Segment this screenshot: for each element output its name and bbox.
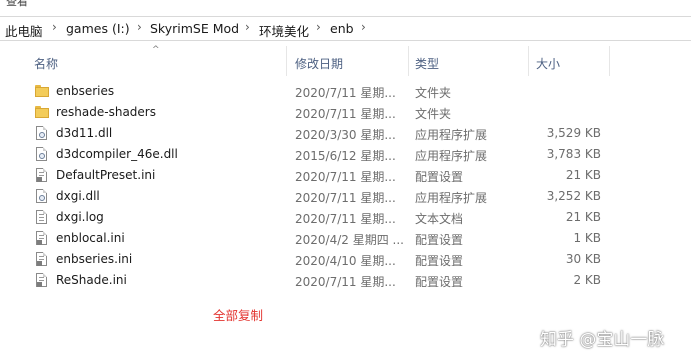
file-size: 30 KB [565, 252, 601, 266]
file-type: 配置设置 [415, 170, 464, 184]
file-name: d3dcompiler_46e.dll [56, 147, 178, 161]
chevron-right-icon[interactable]: › [245, 20, 250, 34]
column-header-size[interactable]: 大小 [536, 55, 560, 72]
file-type: 应用程序扩展 [415, 191, 488, 205]
file-row[interactable]: DefaultPreset.ini 2020/7/11 星期... 配置设置 2… [30, 165, 610, 186]
file-modified: 2020/7/11 星期... [295, 107, 396, 121]
file-name: d3d11.dll [56, 126, 113, 140]
breadcrumb-skyrim[interactable]: SkyrimSE Mod [150, 21, 239, 36]
file-name: dxgi.dll [56, 189, 100, 203]
file-size: 21 KB [565, 168, 601, 182]
file-modified: 2020/4/2 星期四 ... [295, 233, 404, 247]
file-type: 配置设置 [415, 233, 464, 247]
file-name: ReShade.ini [56, 273, 127, 287]
file-type: 文件夹 [415, 86, 452, 100]
file-name: enbseries.ini [56, 252, 133, 266]
column-header-name[interactable]: 名称 [34, 55, 58, 72]
file-name: dxgi.log [56, 210, 104, 224]
chevron-right-icon[interactable]: › [52, 20, 57, 34]
column-divider[interactable] [609, 46, 610, 76]
file-size: 3,252 KB [546, 189, 601, 203]
file-size: 3,529 KB [546, 126, 601, 140]
chevron-right-icon[interactable]: › [316, 20, 321, 34]
column-header-modified[interactable]: 修改日期 [295, 55, 343, 72]
ini-file-icon [35, 273, 49, 287]
file-type: 文件夹 [415, 107, 452, 121]
breadcrumb-env[interactable]: 环境美化 [259, 21, 309, 40]
folder-icon [35, 105, 49, 119]
column-divider[interactable] [528, 46, 529, 76]
address-bar[interactable]: 此电脑 › games (I:) › SkyrimSE Mod › 环境美化 ›… [0, 16, 691, 41]
file-modified: 2020/4/10 星期... [295, 254, 396, 268]
ini-file-icon [35, 168, 49, 182]
file-row[interactable]: enblocal.ini 2020/4/2 星期四 ... 配置设置 1 KB [30, 228, 610, 249]
file-size: 2 KB [573, 273, 601, 287]
dll-file-icon [35, 147, 49, 161]
file-modified: 2015/6/12 星期... [295, 149, 396, 163]
ini-file-icon [35, 231, 49, 245]
breadcrumb-drive[interactable]: games (I:) [66, 21, 130, 36]
dll-file-icon [35, 126, 49, 140]
menu-strip: 查看 [0, 0, 691, 8]
file-modified: 2020/7/11 星期... [295, 191, 396, 205]
chevron-right-icon[interactable]: › [137, 20, 142, 34]
file-size: 3,783 KB [546, 147, 601, 161]
copy-all-annotation: 全部复制 [213, 308, 264, 323]
file-modified: 2020/7/11 星期... [295, 212, 396, 226]
breadcrumb-this-pc[interactable]: 此电脑 [5, 21, 43, 40]
file-row[interactable]: dxgi.log 2020/7/11 星期... 文本文档 21 KB [30, 207, 610, 228]
column-divider[interactable] [408, 46, 409, 76]
text-file-icon [35, 210, 49, 224]
file-row[interactable]: ReShade.ini 2020/7/11 星期... 配置设置 2 KB [30, 270, 610, 291]
file-size: 21 KB [565, 210, 601, 224]
column-divider[interactable] [286, 46, 287, 76]
chevron-right-icon[interactable]: › [361, 20, 366, 34]
file-type: 应用程序扩展 [415, 149, 488, 163]
file-name: enblocal.ini [56, 231, 125, 245]
file-modified: 2020/7/11 星期... [295, 86, 396, 100]
file-name: DefaultPreset.ini [56, 168, 156, 182]
zhihu-watermark: 知乎 @宝山一脉 [540, 330, 665, 350]
file-size: 1 KB [573, 231, 601, 245]
file-modified: 2020/3/30 星期... [295, 128, 396, 142]
file-row[interactable]: d3dcompiler_46e.dll 2015/6/12 星期... 应用程序… [30, 144, 610, 165]
ini-file-icon [35, 252, 49, 266]
file-row[interactable]: enbseries 2020/7/11 星期... 文件夹 [30, 81, 610, 102]
sort-ascending-icon: ^ [152, 45, 160, 55]
folder-icon [35, 84, 49, 98]
column-header-type[interactable]: 类型 [415, 55, 439, 72]
file-row[interactable]: dxgi.dll 2020/7/11 星期... 应用程序扩展 3,252 KB [30, 186, 610, 207]
file-type: 配置设置 [415, 275, 464, 289]
menu-item-view[interactable]: 查看 [6, 0, 28, 8]
file-modified: 2020/7/11 星期... [295, 170, 396, 184]
file-type: 文本文档 [415, 212, 464, 226]
file-row[interactable]: reshade-shaders 2020/7/11 星期... 文件夹 [30, 102, 610, 123]
file-name: reshade-shaders [56, 105, 156, 119]
file-type: 应用程序扩展 [415, 128, 488, 142]
file-type: 配置设置 [415, 254, 464, 268]
file-row[interactable]: enbseries.ini 2020/4/10 星期... 配置设置 30 KB [30, 249, 610, 270]
breadcrumb-enb[interactable]: enb [330, 21, 354, 36]
dll-file-icon [35, 189, 49, 203]
file-name: enbseries [56, 84, 115, 98]
file-modified: 2020/7/11 星期... [295, 275, 396, 289]
file-row[interactable]: d3d11.dll 2020/3/30 星期... 应用程序扩展 3,529 K… [30, 123, 610, 144]
